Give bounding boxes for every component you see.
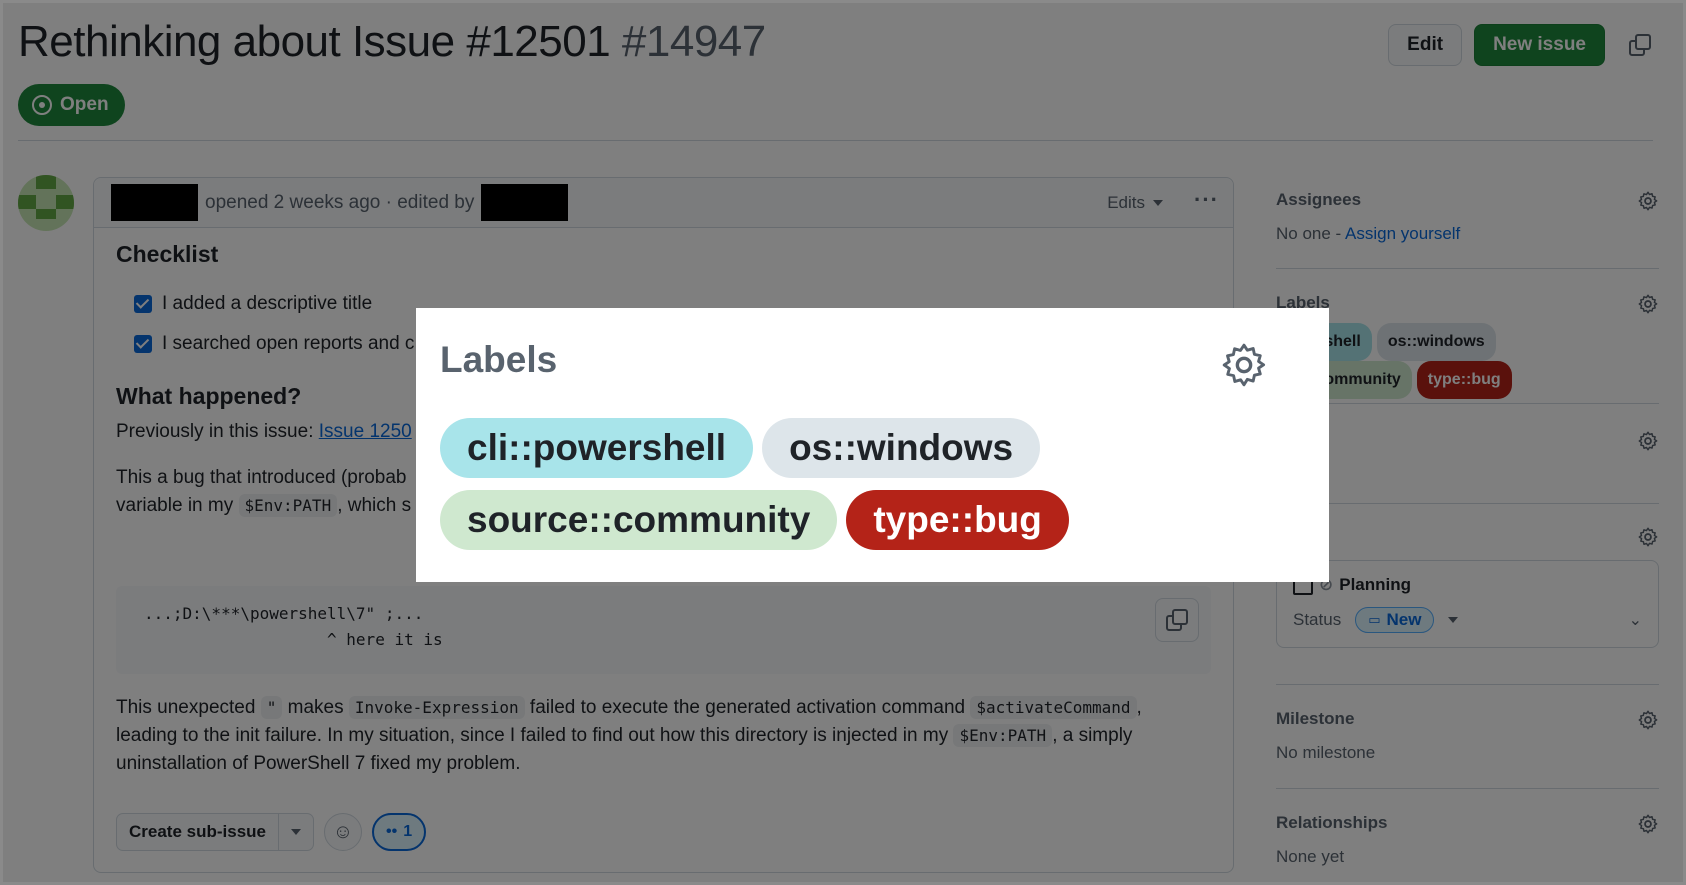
label-cli-powershell[interactable]: cli::powershell bbox=[440, 418, 754, 478]
issue-page: Rethinking about Issue #12501 #14947 Edi… bbox=[0, 0, 1686, 885]
gear-icon[interactable] bbox=[1219, 340, 1269, 390]
popup-label-list: cli::powershell os::windows source::commu… bbox=[440, 418, 1300, 562]
popup-labels-title: Labels bbox=[440, 339, 558, 380]
label-os-windows[interactable]: os::windows bbox=[762, 418, 1041, 478]
label-source-community[interactable]: source::community bbox=[440, 490, 838, 550]
label-type-bug[interactable]: type::bug bbox=[846, 490, 1069, 550]
labels-zoom-panel: Labels cli::powershell os::windows source… bbox=[416, 308, 1329, 582]
